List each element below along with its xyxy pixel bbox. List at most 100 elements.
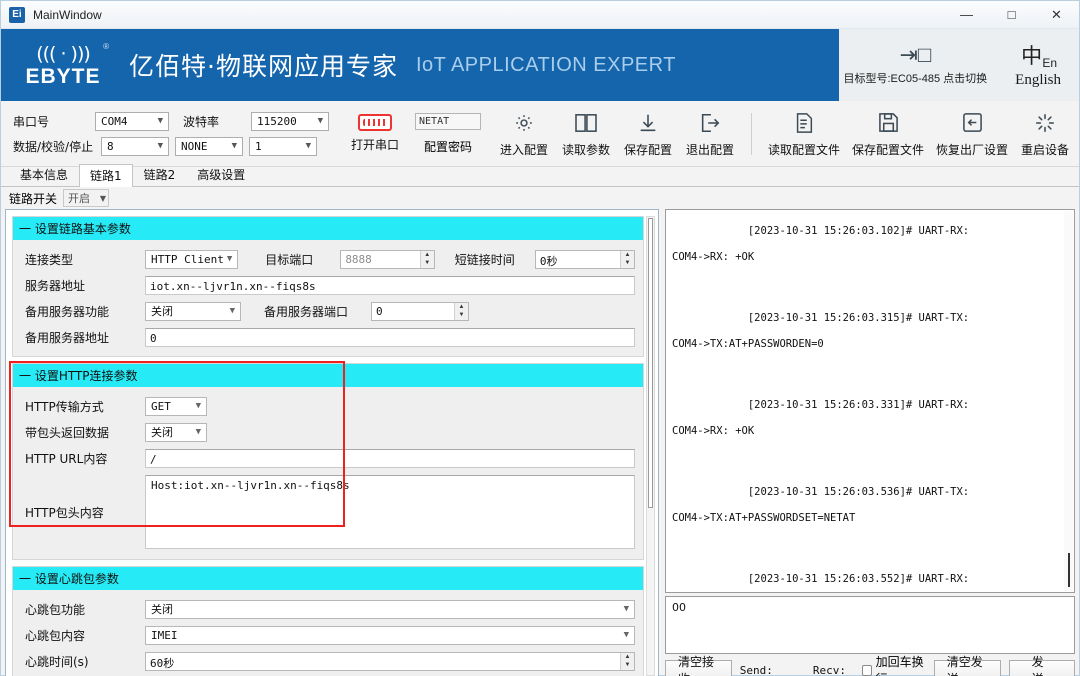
backup-port-value: 0 (376, 304, 383, 318)
send-button[interactable]: 发送 (1008, 655, 1075, 676)
restore-icon (962, 110, 983, 136)
close-button[interactable]: ✕ (1034, 1, 1079, 29)
language-icon-en: En (1042, 55, 1058, 70)
chevron-down-icon: ▼ (305, 141, 311, 151)
parity-select[interactable]: NONE ▼ (175, 136, 243, 156)
title-bar: Ei MainWindow — □ ✕ (1, 1, 1079, 29)
spinner-up-icon[interactable]: ▲ (621, 653, 634, 662)
group-http-params: 一 设置HTTP连接参数 HTTP传输方式 GET ▼ 带包头返回数据 关闭 ▼… (9, 361, 644, 560)
log-output[interactable]: [2023-10-31 15:26:03.102]# UART-RX: COM4… (665, 209, 1075, 593)
factory-reset-button[interactable]: 恢复出厂设置 (930, 108, 1014, 160)
backup-port-spinner[interactable]: 0 ▲ ▼ (371, 301, 469, 321)
log-scrollbar[interactable] (1064, 211, 1073, 591)
heartbeat-interval-spinner[interactable]: 60秒 ▲ ▼ (145, 651, 635, 671)
backup-fn-value: 关闭 (151, 305, 173, 318)
group-link-basic-title: 一 设置链路基本参数 (13, 217, 643, 240)
spinner-up-icon[interactable]: ▲ (621, 251, 634, 260)
settings-scrollbar[interactable] (646, 216, 655, 676)
heartbeat-interval-value: 60秒 (150, 656, 175, 670)
http-method-label: HTTP传输方式 (25, 399, 104, 414)
tab-basic-info[interactable]: 基本信息 (9, 163, 79, 186)
http-header-return-select[interactable]: 关闭 ▼ (145, 422, 207, 442)
checkbox-icon (862, 664, 872, 676)
http-method-select[interactable]: GET ▼ (145, 396, 207, 416)
group-heartbeat: 一 设置心跳包参数 心跳包功能 关闭 ▼ 心跳包内容 IMEI ▼ 心跳时间(s… (12, 566, 644, 676)
spinner-down-icon[interactable]: ▼ (621, 259, 634, 268)
spinner-up-icon[interactable]: ▲ (455, 303, 468, 312)
save-config-button[interactable]: 保存配置 (617, 108, 679, 160)
port-label: 串口号 (13, 114, 50, 129)
open-port-label: 打开串口 (351, 138, 400, 152)
dest-port-label: 目标端口 (265, 252, 314, 267)
heartbeat-content-label: 心跳包内容 (25, 628, 86, 643)
port-select[interactable]: COM4 ▼ (95, 111, 169, 131)
clear-send-button[interactable]: 清空发送 (933, 655, 1001, 676)
log-entry-head: [2023-10-31 15:26:03.552]# UART-RX: (747, 573, 970, 585)
backup-addr-input[interactable]: 0 (145, 327, 635, 347)
settings-panel: 一 设置链路基本参数 连接类型 HTTP Client ▼ 目标端口 8888 (5, 209, 659, 676)
spinner-down-icon[interactable]: ▼ (455, 311, 468, 320)
conn-type-select[interactable]: HTTP Client ▼ (145, 249, 239, 269)
read-params-button[interactable]: 读取参数 (555, 108, 617, 160)
reboot-device-button[interactable]: 重启设备 (1014, 108, 1076, 160)
tab-link1[interactable]: 链路1 (79, 164, 133, 187)
minimize-button[interactable]: — (944, 1, 989, 29)
parity-value: NONE (181, 139, 208, 153)
backup-fn-select[interactable]: 关闭 ▼ (145, 301, 241, 321)
maximize-button[interactable]: □ (989, 1, 1034, 29)
heartbeat-fn-label: 心跳包功能 (25, 602, 86, 617)
app-icon: Ei (9, 6, 25, 23)
dest-port-value: 8888 (345, 252, 372, 266)
read-config-file-label: 读取配置文件 (768, 142, 841, 157)
settings-scrollbar-thumb[interactable] (648, 218, 653, 508)
link-switch-select[interactable]: 开启 ▼ (63, 189, 110, 207)
tab-link2[interactable]: 链路2 (133, 163, 187, 186)
antenna-signal-icon: ((( · ))) (36, 43, 91, 65)
log-entries: [2023-10-31 15:26:03.102]# UART-RX: COM4… (672, 212, 1062, 590)
config-password-input[interactable]: NETAT (415, 112, 482, 130)
document-icon (794, 110, 814, 136)
log-entry-body: COM4->RX: +OK (672, 251, 755, 263)
log-entry-head: [2023-10-31 15:26:03.315]# UART-TX: (747, 312, 970, 324)
baud-select[interactable]: 115200 ▼ (251, 111, 329, 131)
open-port-button[interactable]: 打开串口 (351, 114, 399, 153)
main-window: Ei MainWindow — □ ✕ ((( · ))) ® EBYTE 亿佰… (0, 0, 1080, 676)
short-link-label: 短链接时间 (454, 252, 515, 267)
chevron-down-icon: ▼ (99, 193, 107, 203)
clear-recv-button[interactable]: 清空接收 (665, 655, 732, 676)
http-method-value: GET (151, 399, 171, 413)
brand-banner: ((( · ))) ® EBYTE 亿佰特·物联网应用专家 IoT APPLIC… (1, 29, 1079, 101)
language-toggle-button[interactable]: 中 En English (1015, 42, 1061, 89)
chevron-down-icon: ▼ (623, 630, 629, 640)
chevron-down-icon: ▼ (226, 254, 233, 264)
dest-port-spinner[interactable]: 8888 ▲ ▼ (340, 249, 435, 269)
http-url-input[interactable]: / (145, 448, 635, 468)
tab-advanced[interactable]: 高级设置 (186, 163, 256, 186)
backup-port-label: 备用服务器端口 (263, 304, 348, 319)
spinner-down-icon[interactable]: ▼ (421, 259, 434, 268)
send-textarea[interactable]: 00 (665, 596, 1075, 654)
spinner-up-icon[interactable]: ▲ (421, 251, 434, 260)
databits-select[interactable]: 8 ▼ (101, 136, 169, 156)
backup-fn-label: 备用服务器功能 (25, 304, 110, 319)
spinner-down-icon[interactable]: ▼ (621, 661, 634, 670)
http-headers-textarea[interactable]: Host:iot.xn--ljvr1n.xn--fiqs8s (145, 475, 635, 549)
heartbeat-content-select[interactable]: IMEI ▼ (145, 625, 635, 645)
server-addr-input[interactable]: iot.xn--ljvr1n.xn--fiqs8s (145, 275, 635, 295)
link-switch-label: 链路开关 (9, 191, 58, 206)
stopbits-select[interactable]: 1 ▼ (249, 136, 317, 156)
config-password-label: 配置密码 (424, 139, 473, 154)
heartbeat-fn-select[interactable]: 关闭 ▼ (145, 599, 635, 619)
read-config-file-button[interactable]: 读取配置文件 (762, 108, 846, 160)
log-scrollbar-thumb[interactable] (1068, 553, 1070, 587)
enter-config-button[interactable]: 进入配置 (493, 108, 555, 160)
crlf-checkbox[interactable]: 加回车换行 (862, 653, 926, 676)
language-icon: 中 En (1021, 42, 1058, 70)
save-config-file-button[interactable]: 保存配置文件 (846, 108, 930, 160)
config-password-group: NETAT 配置密码 (415, 112, 482, 155)
switch-model-button[interactable]: ⇥□ 目标型号:EC05-485 点击切换 (844, 44, 988, 86)
server-addr-label: 服务器地址 (25, 278, 86, 293)
settings-form: 一 设置链路基本参数 连接类型 HTTP Client ▼ 目标端口 8888 (9, 216, 644, 676)
exit-config-button[interactable]: 退出配置 (679, 108, 741, 160)
short-link-spinner[interactable]: 0秒 ▲ ▼ (534, 249, 635, 269)
